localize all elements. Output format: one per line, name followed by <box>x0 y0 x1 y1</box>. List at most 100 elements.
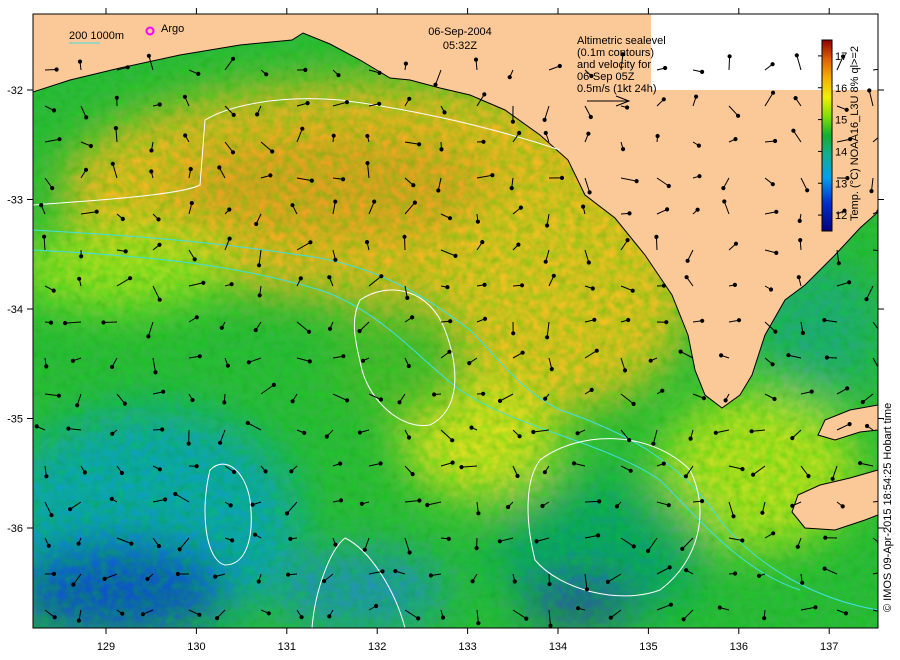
velocity-arrow-head <box>161 389 166 394</box>
velocity-arrow-head <box>188 167 193 172</box>
velocity-arrow-head <box>341 177 346 182</box>
velocity-arrow-head <box>584 587 590 592</box>
velocity-arrow-head <box>300 126 305 131</box>
velocity-arrow-head <box>120 216 125 221</box>
velocity-arrow-head <box>440 615 446 620</box>
velocity-arrow-head <box>736 318 742 323</box>
velocity-arrow-head <box>410 472 415 477</box>
velocity-arrow-head <box>858 461 863 466</box>
velocity-arrow-head <box>307 359 312 364</box>
velocity-arrow-head <box>681 617 686 622</box>
velocity-arrow-head <box>762 616 767 621</box>
velocity-arrow-head <box>695 207 700 212</box>
velocity-arrow-head <box>271 382 276 387</box>
velocity-arrow-head <box>406 363 411 369</box>
lat-tick-label: -35 <box>7 414 23 426</box>
velocity-arrow-head <box>542 117 547 123</box>
velocity-arrow-head <box>227 207 232 212</box>
colorbar-label: Temp. (°C) NOAA16_L3U 8% ql>=2 <box>849 46 861 221</box>
velocity-arrow-head <box>683 474 689 479</box>
velocity-arrow-head <box>54 67 59 72</box>
velocity-arrow-head <box>327 614 332 619</box>
velocity-arrow-head <box>146 334 151 339</box>
velocity-arrow-head <box>406 435 412 440</box>
velocity-arrow-head <box>214 616 220 621</box>
velocity-arrow-head <box>129 541 134 546</box>
velocity-arrow-head <box>542 470 548 475</box>
velocity-arrow-head <box>845 386 850 391</box>
velocity-arrow-head <box>405 295 410 300</box>
velocity-arrow-head <box>605 579 611 585</box>
velocity-arrow-head <box>806 474 811 479</box>
velocity-arrow-head <box>245 420 250 426</box>
velocity-arrow-head <box>518 205 524 210</box>
velocity-arrow-head <box>88 143 94 149</box>
velocity-arrow-head <box>790 503 795 508</box>
lon-tick-label: 137 <box>820 641 838 653</box>
velocity-arrow-head <box>473 57 479 62</box>
velocity-arrow-head <box>157 297 162 302</box>
velocity-arrow-head <box>666 183 671 189</box>
velocity-arrow-head <box>794 53 799 58</box>
velocity-arrow-head <box>760 510 765 515</box>
velocity-arrow-head <box>110 431 115 436</box>
velocity-arrow-head <box>596 533 601 538</box>
lon-tick-label: 135 <box>639 641 657 653</box>
velocity-arrow-head <box>774 250 779 255</box>
velocity-arrow-head <box>790 436 795 441</box>
velocity-arrow-head <box>56 393 62 398</box>
velocity-arrow-head <box>213 574 218 579</box>
velocity-arrow-head <box>824 355 830 360</box>
colorbar-tick-label: 15 <box>835 115 847 127</box>
velocity-arrow-head <box>290 399 295 404</box>
velocity-arrow-head <box>822 566 827 571</box>
velocity-arrow-head <box>668 602 674 607</box>
velocity-arrow-head <box>697 174 702 179</box>
velocity-arrow-head <box>727 54 732 59</box>
velocity-arrow-head <box>102 576 107 582</box>
velocity-arrow-head <box>217 165 222 170</box>
velocity-arrow-head <box>231 112 236 118</box>
velocity-arrow-head <box>770 62 775 67</box>
velocity-arrow-head <box>397 400 402 405</box>
velocity-arrow-head <box>877 369 878 372</box>
velocity-arrow-head <box>196 71 201 77</box>
velocity-arrow-head <box>660 388 665 393</box>
velocity-arrow-head <box>450 438 455 443</box>
velocity-arrow-head <box>791 128 796 133</box>
velocity-arrow-head <box>219 325 224 330</box>
velocity-arrow-head <box>286 572 291 577</box>
velocity-arrow-head <box>545 223 550 228</box>
colorbar-tick-label: 14 <box>835 146 847 158</box>
velocity-arrow-head <box>218 440 223 445</box>
velocity-arrow-head <box>733 137 738 142</box>
velocity-arrow-head <box>586 260 591 265</box>
velocity-arrow-head <box>52 615 57 620</box>
velocity-arrow-head <box>628 468 633 473</box>
velocity-arrow-head <box>201 280 206 285</box>
velocity-arrow-head <box>551 273 556 278</box>
velocity-arrow-head <box>82 470 87 475</box>
velocity-arrow-head <box>751 472 756 477</box>
velocity-arrow-head <box>230 150 236 155</box>
velocity-arrow-head <box>800 580 805 585</box>
velocity-arrow-head <box>481 139 486 144</box>
velocity-arrow-head <box>322 579 327 584</box>
velocity-arrow-head <box>416 616 421 621</box>
velocity-arrow-head <box>374 603 379 609</box>
velocity-arrow-head <box>140 612 145 617</box>
velocity-arrow-head <box>520 283 525 288</box>
velocity-arrow-head <box>770 182 775 187</box>
velocity-arrow-head <box>876 209 878 214</box>
velocity-arrow-head <box>324 434 329 439</box>
velocity-arrow-head <box>667 565 672 570</box>
velocity-arrow-head <box>39 203 44 208</box>
velocity-arrow-head <box>101 320 106 325</box>
velocity-arrow-head <box>230 538 235 543</box>
velocity-arrow-head <box>576 606 581 611</box>
lat-tick-label: -33 <box>7 195 23 207</box>
velocity-arrow-head <box>534 539 539 544</box>
velocity-arrow-head <box>46 543 51 548</box>
velocity-arrow-head <box>684 275 689 280</box>
velocity-arrow-head <box>290 203 295 208</box>
